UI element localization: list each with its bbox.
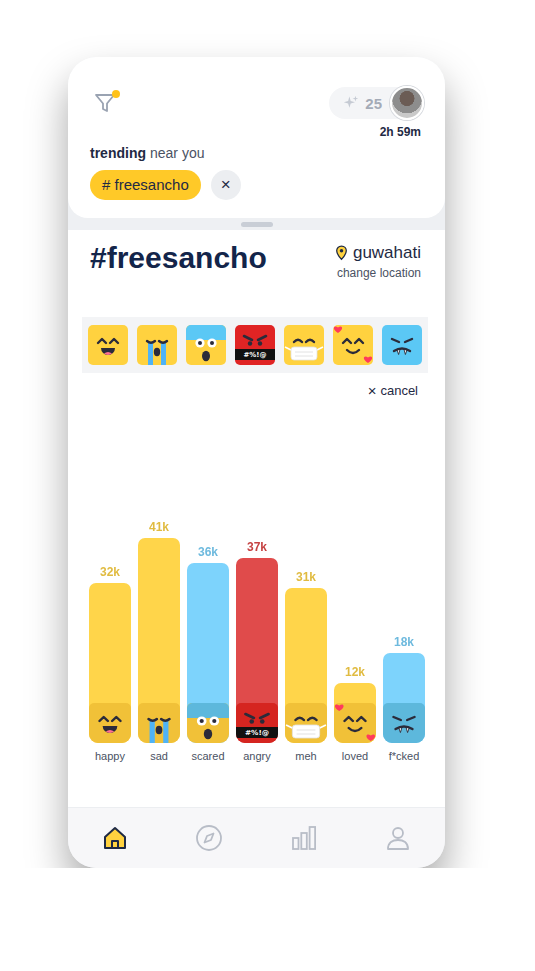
chart-bar[interactable] xyxy=(383,653,425,743)
fcked-face-icon xyxy=(382,325,422,365)
loved-face-icon xyxy=(333,325,373,365)
trending-label: trending xyxy=(90,145,146,161)
chart-column: 41k sad xyxy=(138,520,180,763)
bar-label: angry xyxy=(243,749,271,763)
cancel-label: cancel xyxy=(380,381,418,401)
meh-face-icon xyxy=(284,325,324,365)
bar-label: f*cked xyxy=(389,749,420,763)
bar-value: 41k xyxy=(149,520,169,534)
header: 25 2h 59m trendingnear you # freesancho × xyxy=(68,57,445,218)
phone-screen: 25 2h 59m trendingnear you # freesancho × #fr… xyxy=(68,57,445,868)
bar-value: 18k xyxy=(394,635,414,649)
points-count: 25 xyxy=(365,95,382,112)
angry-face-icon: #%!@ xyxy=(236,703,278,743)
mood-chart: 32k happy 41k sad 36k scared 37k #%!@ angry 31k me… xyxy=(68,401,445,763)
chart-bar[interactable]: #%!@ xyxy=(236,558,278,743)
topic-title: #freesancho xyxy=(90,240,267,276)
nav-item[interactable] xyxy=(257,824,351,852)
location-name: guwahati xyxy=(353,243,421,263)
sad-face-icon xyxy=(138,703,180,743)
home-icon xyxy=(101,824,129,852)
chart-bar[interactable] xyxy=(138,538,180,743)
bar-label: scared xyxy=(191,749,224,763)
avatar[interactable] xyxy=(390,86,424,120)
face-text: #%!@ xyxy=(243,351,266,359)
happy-face-icon xyxy=(88,325,128,365)
angry-face-icon: #%!@ xyxy=(235,325,275,365)
points-pill[interactable]: 25 xyxy=(329,87,423,119)
bar-label: meh xyxy=(295,749,316,763)
bar-chart-icon xyxy=(290,824,318,852)
chart-column: 37k #%!@ angry xyxy=(236,540,278,763)
trending-suffix: near you xyxy=(150,145,204,161)
loved-face-icon xyxy=(334,703,376,743)
trending-tag[interactable]: # freesancho xyxy=(90,170,201,200)
change-location-link[interactable]: change location xyxy=(337,265,421,281)
clear-tag-button[interactable]: × xyxy=(211,170,241,200)
mood-option[interactable] xyxy=(284,325,324,365)
bar-label: happy xyxy=(95,749,125,763)
chart-column: 18k f*cked xyxy=(383,635,425,763)
mood-option[interactable] xyxy=(382,325,422,365)
sparkle-icon xyxy=(343,95,359,111)
cancel-button[interactable]: ×cancel xyxy=(368,381,418,401)
bar-value: 32k xyxy=(100,565,120,579)
bar-label: loved xyxy=(342,749,368,763)
chart-bar[interactable] xyxy=(334,683,376,743)
sad-face-icon xyxy=(137,325,177,365)
chart-bar[interactable] xyxy=(187,563,229,743)
bar-value: 36k xyxy=(198,545,218,559)
chart-column: 12k loved xyxy=(334,665,376,763)
timer: 2h 59m xyxy=(380,125,421,139)
bar-value: 31k xyxy=(296,570,316,584)
meh-face-icon xyxy=(285,703,327,743)
nav-item[interactable] xyxy=(351,824,445,852)
scared-face-icon xyxy=(186,325,226,365)
filter-button[interactable] xyxy=(93,91,117,115)
scared-face-icon xyxy=(187,703,229,743)
trending-caption: trendingnear you xyxy=(90,144,423,162)
chart-bar[interactable] xyxy=(285,588,327,743)
location: guwahati change location xyxy=(335,240,421,281)
fcked-face-icon xyxy=(383,703,425,743)
compass-icon xyxy=(195,824,223,852)
happy-face-icon xyxy=(89,703,131,743)
topic-panel: #freesancho guwahati change location #%!@ ×c… xyxy=(68,230,445,807)
user-area: 25 2h 59m xyxy=(329,87,423,139)
mood-option[interactable] xyxy=(186,325,226,365)
filter-active-dot xyxy=(112,90,120,98)
face-text: #%!@ xyxy=(245,728,269,737)
cancel-icon: × xyxy=(368,381,377,401)
chart-column: 31k meh xyxy=(285,570,327,763)
bar-value: 12k xyxy=(345,665,365,679)
mood-option[interactable] xyxy=(333,325,373,365)
mood-option[interactable]: #%!@ xyxy=(235,325,275,365)
drag-handle[interactable] xyxy=(241,222,273,227)
mood-option[interactable] xyxy=(137,325,177,365)
chart-column: 32k happy xyxy=(89,565,131,763)
bar-value: 37k xyxy=(247,540,267,554)
chart-bar[interactable] xyxy=(89,583,131,743)
mood-option[interactable] xyxy=(88,325,128,365)
bar-label: sad xyxy=(150,749,168,763)
profile-icon xyxy=(384,824,412,852)
nav-item[interactable] xyxy=(162,824,256,852)
mood-picker: #%!@ xyxy=(82,317,428,373)
location-pin-icon xyxy=(335,245,348,261)
nav-item[interactable] xyxy=(68,824,162,852)
bottom-nav xyxy=(68,807,445,868)
chart-column: 36k scared xyxy=(187,545,229,763)
